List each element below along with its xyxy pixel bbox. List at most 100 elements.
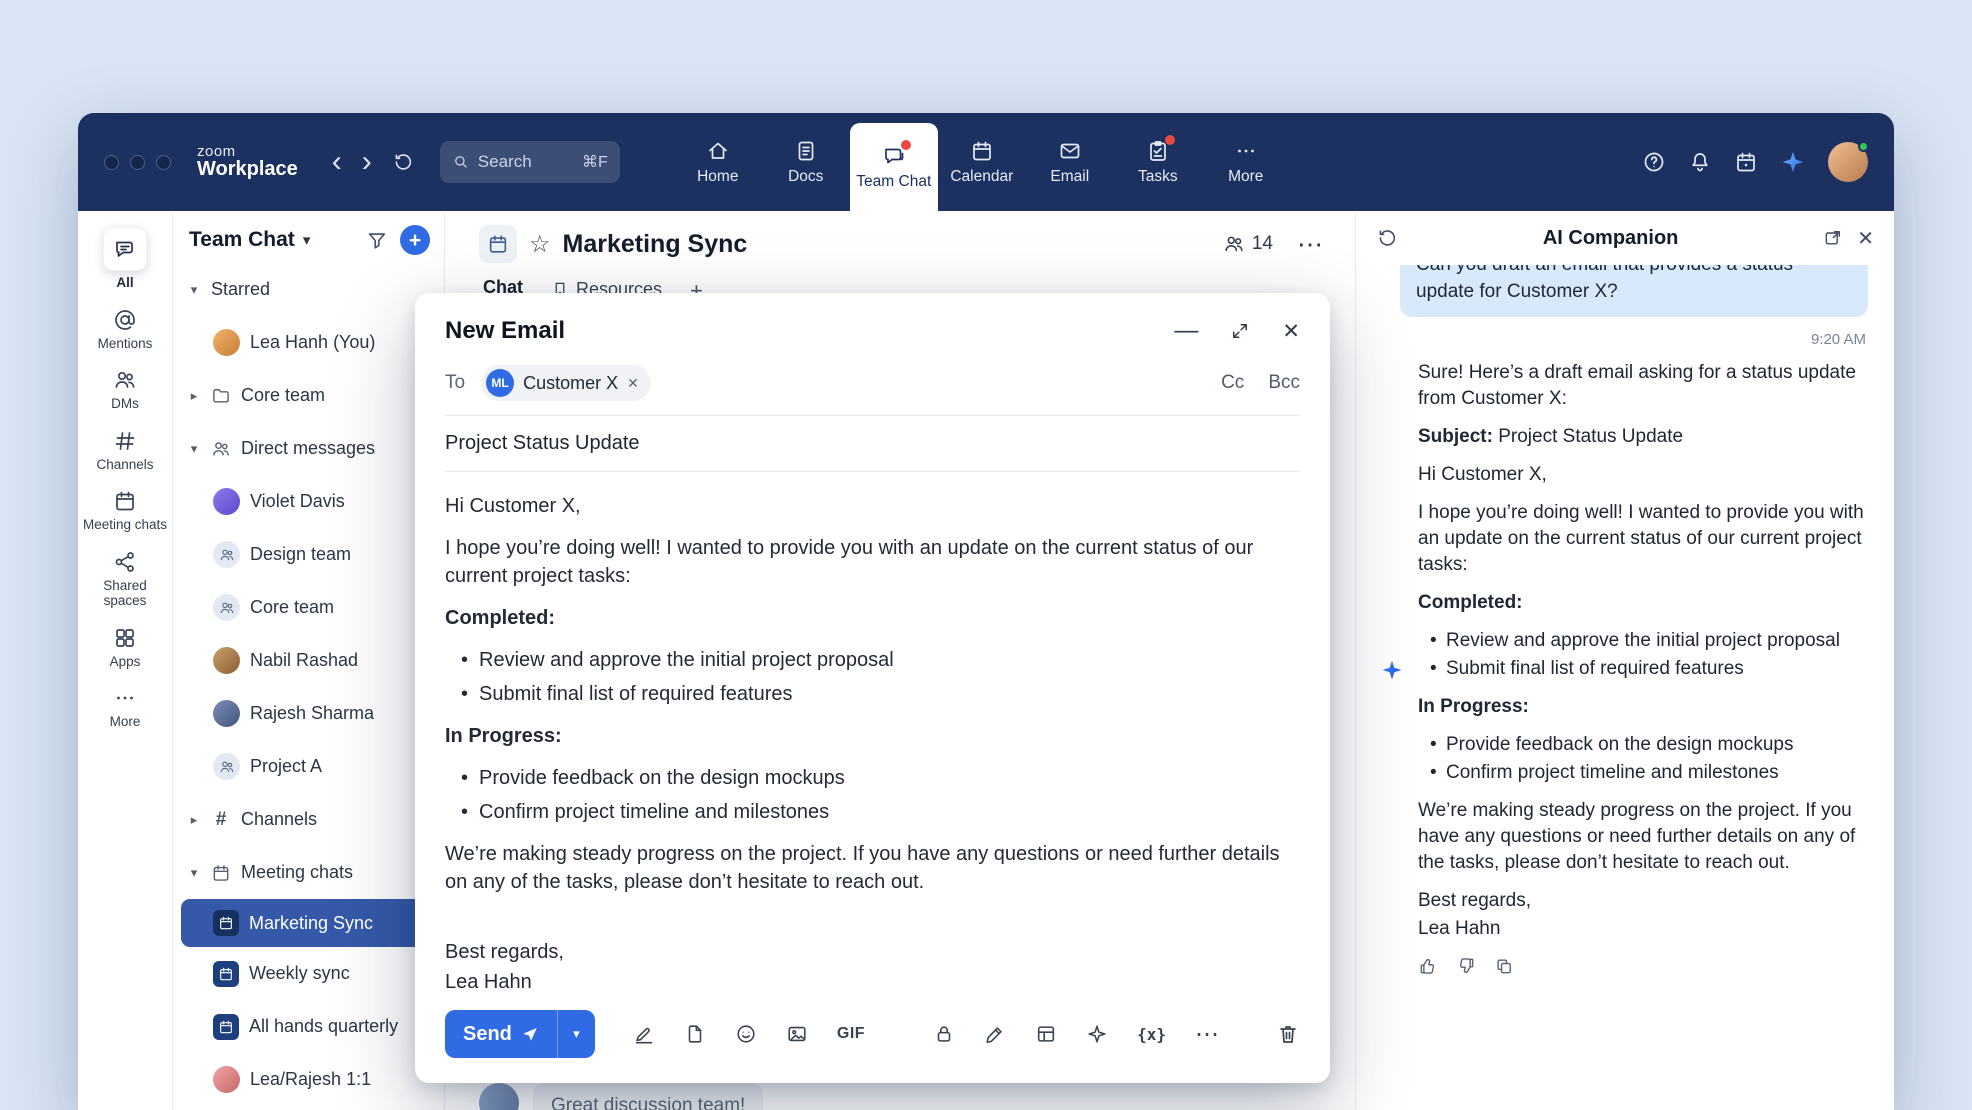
formatting-icons: GIF {x} ⋯ [633, 1020, 1220, 1049]
edit-pencil-icon[interactable] [984, 1023, 1006, 1045]
copy-icon[interactable] [1494, 956, 1514, 976]
meeting-calendar-icon [211, 863, 231, 883]
rail-label: Mentions [98, 336, 153, 352]
chatlist-section-meeting-chats[interactable]: ▾ Meeting chats [173, 846, 444, 899]
send-options-chevron-icon[interactable]: ▾ [557, 1010, 595, 1058]
chatlist-item-lea-hanh[interactable]: Lea Hanh (You) [173, 316, 444, 369]
ai-companion-sparkle-icon[interactable] [1780, 149, 1806, 175]
window-minimize-button[interactable] [130, 155, 145, 170]
emoji-icon[interactable] [735, 1023, 757, 1045]
email-body-editor[interactable]: Hi Customer X, I hope you’re doing well!… [415, 472, 1330, 995]
user-message-bubble: Can you draft an email that provides a s… [1400, 265, 1868, 317]
chatlist-item-lea-rajesh[interactable]: Lea/Rajesh 1:1 [173, 1053, 444, 1106]
rail-label: More [110, 714, 141, 730]
chatlist-item-rajesh-sharma[interactable]: Rajesh Sharma [173, 687, 444, 740]
window-close-button[interactable] [104, 155, 119, 170]
chatlist-item-core-team-group[interactable]: Core team [173, 581, 444, 634]
nav-home[interactable]: Home [674, 113, 762, 211]
code-snippet-icon[interactable]: {x} [1137, 1025, 1166, 1044]
compose-toolbar: Send ▾ GIF [415, 995, 1330, 1083]
section-label: Meeting chats [241, 862, 353, 883]
chatlist-item-marketing-sync[interactable]: Marketing Sync [181, 899, 436, 947]
rail-item-all[interactable]: All [81, 227, 169, 291]
rail-item-shared-spaces[interactable]: Shared spaces [81, 550, 169, 609]
forward-icon[interactable]: › [362, 147, 372, 177]
back-icon[interactable]: ‹ [332, 147, 342, 177]
remove-recipient-icon[interactable]: ✕ [627, 375, 639, 392]
open-in-window-icon[interactable] [1823, 228, 1843, 248]
rail-item-dms[interactable]: DMs [81, 368, 169, 412]
nav-docs[interactable]: Docs [762, 113, 850, 211]
subject-value: Project Status Update [1498, 426, 1683, 447]
thumbs-down-icon[interactable] [1456, 956, 1476, 976]
chatlist-item-project-a[interactable]: Project A [173, 740, 444, 793]
user-avatar[interactable] [1828, 142, 1868, 182]
modal-title: New Email [445, 317, 565, 345]
logo-workplace: Workplace [197, 159, 298, 180]
thumbs-up-icon[interactable] [1418, 956, 1438, 976]
signature-pen-icon[interactable] [633, 1023, 655, 1045]
chatlist-item-all-hands-quarterly[interactable]: All hands quarterly [173, 1000, 444, 1053]
search-input[interactable]: Search ⌘F [440, 141, 620, 183]
rail-item-meeting-chats[interactable]: Meeting chats [81, 489, 169, 533]
cc-button[interactable]: Cc [1221, 372, 1244, 394]
rail-item-apps[interactable]: Apps [81, 626, 169, 670]
calendar-status-icon[interactable] [1734, 150, 1758, 174]
nav-team-chat[interactable]: Team Chat [850, 123, 938, 211]
email-in-progress-list: Provide feedback on the design mockups C… [445, 764, 1300, 826]
modal-header: New Email — ✕ [415, 293, 1330, 357]
filter-icon[interactable] [366, 229, 388, 251]
chatlist-section-starred[interactable]: ▾ Starred [173, 263, 444, 316]
schedule-lock-icon[interactable] [933, 1023, 955, 1045]
expand-icon[interactable] [1230, 321, 1250, 341]
member-count[interactable]: 14 [1223, 233, 1273, 255]
chatlist-item-nabil-rashad[interactable]: Nabil Rashad [173, 634, 444, 687]
chatlist-folder-core-team[interactable]: ▸ Core team [173, 369, 444, 422]
template-layout-icon[interactable] [1035, 1023, 1057, 1045]
ai-completed-list: Review and approve the initial project p… [1418, 628, 1868, 682]
close-icon[interactable]: ✕ [1282, 319, 1300, 344]
email-greeting: Hi Customer X, [445, 492, 1300, 520]
rail-item-more[interactable]: More [81, 686, 169, 730]
subject-field[interactable]: Project Status Update [445, 416, 1300, 472]
more-options-icon[interactable]: ⋯ [1195, 1020, 1220, 1049]
nav-tasks[interactable]: Tasks [1114, 113, 1202, 211]
recipient-chip[interactable]: ML Customer X ✕ [481, 365, 651, 401]
send-label: Send [463, 1023, 512, 1046]
image-icon[interactable] [786, 1023, 808, 1045]
ai-sparkle-icon[interactable] [1086, 1023, 1108, 1045]
chevron-down-icon[interactable]: ▾ [303, 231, 311, 249]
bcc-button[interactable]: Bcc [1268, 372, 1300, 394]
rail-label: Channels [96, 457, 153, 473]
chatlist-item-design-team[interactable]: Design team [173, 528, 444, 581]
channel-more-icon[interactable]: ⋯ [1297, 229, 1325, 260]
nav-email[interactable]: Email [1026, 113, 1114, 211]
cc-bcc-controls: Cc Bcc [1221, 372, 1300, 394]
gif-icon[interactable]: GIF [837, 1025, 865, 1043]
notifications-bell-icon[interactable] [1688, 150, 1712, 174]
chatlist-section-channels[interactable]: ▸ # Channels [173, 793, 444, 846]
minimize-icon[interactable]: — [1174, 319, 1198, 343]
chevron-down-icon: ▾ [187, 865, 201, 881]
new-chat-button[interactable]: + [400, 225, 430, 255]
star-icon[interactable]: ☆ [529, 230, 551, 259]
window-zoom-button[interactable] [156, 155, 171, 170]
chatlist-item-weekly-sync[interactable]: Weekly sync [173, 947, 444, 1000]
help-icon[interactable] [1642, 150, 1666, 174]
chatlist-item-violet-davis[interactable]: Violet Davis [173, 475, 444, 528]
meeting-chats-icon [113, 489, 137, 513]
chatlist-section-direct-messages[interactable]: ▾ Direct messages [173, 422, 444, 475]
chat-label: Lea Hanh (You) [250, 332, 375, 353]
send-button[interactable]: Send [445, 1010, 557, 1058]
nav-calendar[interactable]: Calendar [938, 113, 1026, 211]
close-icon[interactable]: ✕ [1857, 226, 1874, 251]
rail-item-channels[interactable]: Channels [81, 429, 169, 473]
chat-message: Great discussion team! [479, 1083, 763, 1110]
discard-trash-icon[interactable] [1276, 1022, 1300, 1046]
chevron-right-icon: ▸ [187, 812, 201, 828]
history-icon[interactable] [1376, 227, 1398, 249]
nav-more[interactable]: More [1202, 113, 1290, 211]
rail-item-mentions[interactable]: Mentions [81, 308, 169, 352]
history-icon[interactable] [392, 151, 414, 173]
attach-file-icon[interactable] [684, 1023, 706, 1045]
